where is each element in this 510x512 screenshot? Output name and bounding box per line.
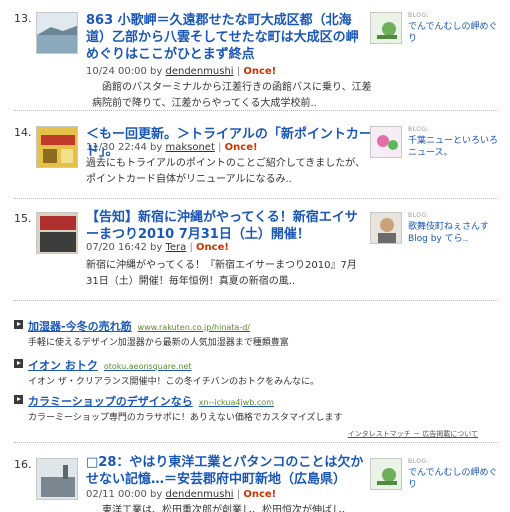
entry-date: 07/20 (86, 242, 115, 253)
entry-number: 16. (14, 458, 32, 471)
ad-description: カラーミーショップ専門のカラサポに！ありえない価格でカスタマイズします (28, 413, 343, 423)
snail-icon (371, 13, 401, 43)
entry-15: 15. 【告知】新宿に沖縄がやってくる！新宿エイサーまつり2010 7月31日（… (0, 210, 510, 296)
ad-url[interactable]: otoku.aeonsquare.net (104, 362, 192, 371)
blog-label: BLOG: (408, 212, 430, 219)
entry-excerpt: 東洋工業は、松田重次郎が創業し、松田恒次が伸ばし、 (92, 505, 352, 512)
arrow-right-icon (14, 320, 23, 329)
by-label: by (150, 142, 163, 153)
entry-time: 16:42 (118, 242, 147, 253)
entry-title-link[interactable]: 863 小歌岬＝久遠郡せたな町大成区都（北海道）乙部から八雲そしてせたな町は大成… (86, 12, 368, 63)
entry-time: 22:44 (118, 142, 147, 153)
blog-thumbnail[interactable] (370, 126, 402, 158)
entry-number: 15. (14, 212, 32, 225)
entry-excerpt: 過去にもトライアルのポイントのことご紹介してきましたが、 ポイントカード自体がリ… (86, 158, 366, 185)
entry-title-link[interactable]: □28：やはり東洋工業とパタンコのことは欠かせない記憶…＝安芸郡府中町新地（広島… (86, 454, 368, 488)
by-label: by (150, 242, 163, 253)
entry-date: 11/30 (86, 142, 115, 153)
snail-icon (371, 459, 401, 489)
shop-photo-icon (37, 127, 77, 167)
ad-title-link[interactable]: カラミーショップのデザインなら xn--ickua4jwb.com (28, 393, 274, 409)
entry-meta: 11/30 22:44 by maksonet | Once! (86, 142, 258, 153)
entry-thumbnail[interactable] (36, 212, 78, 254)
author-link[interactable]: maksonet (165, 142, 214, 153)
entry-number: 13. (14, 12, 32, 25)
divider (14, 300, 498, 301)
entry-title-link[interactable]: 【告知】新宿に沖縄がやってくる！新宿エイサーまつり2010 7月31日（土）開催… (86, 209, 368, 243)
blog-label: BLOG: (408, 12, 430, 19)
ad-description: イオン ザ・クリアランス開催中！この冬イチバンのおトクをみんなに。 (28, 377, 320, 387)
ad-description: 手軽に使えるデザイン加湿器から最新の人気加湿器まで種類豊富 (28, 338, 289, 348)
avatar (371, 213, 401, 243)
entry-number: 14. (14, 126, 32, 139)
entry-thumbnail[interactable] (36, 126, 78, 168)
ad-item: 加湿器-今冬の売れ筋 www.rakuten.co.jp/hinata-d/ 手軽… (14, 318, 494, 348)
entry-thumbnail[interactable] (36, 458, 78, 500)
by-label: by (150, 66, 163, 77)
entry-excerpt: 新宿に沖縄がやってくる！『新宿エイサーまつり2010』7月31日（土）開催！毎年… (86, 260, 357, 287)
blog-thumbnail[interactable] (370, 458, 402, 490)
divider (14, 442, 498, 443)
blog-thumbnail[interactable] (370, 12, 402, 44)
author-link[interactable]: dendenmushi (165, 66, 233, 77)
arrow-right-icon (14, 359, 23, 368)
ad-url[interactable]: xn--ickua4jwb.com (199, 398, 274, 407)
entry-meta: 07/20 16:42 by Tera | Once! (86, 242, 229, 253)
entry-excerpt: 函館のバスターミナルから江差行きの函館バスに乗り、江差病院前で降りて、江差からや… (92, 82, 372, 109)
entry-16: 16. □28：やはり東洋工業とパタンコのことは欠かせない記憶…＝安芸郡府中町新… (0, 454, 510, 512)
entry-time: 00:00 (118, 66, 147, 77)
entry-date: 02/11 (86, 489, 115, 500)
divider (14, 198, 498, 199)
blog-name-link[interactable]: 歌舞伎町ねぇさんすBlog by てら.. (408, 221, 506, 245)
once-button[interactable]: Once! (243, 66, 276, 77)
ad-url[interactable]: www.rakuten.co.jp/hinata-d/ (138, 323, 250, 332)
once-button[interactable]: Once! (243, 489, 276, 500)
factory-photo-icon (37, 459, 77, 499)
once-button[interactable]: Once! (196, 242, 229, 253)
sea-photo-icon (37, 13, 77, 53)
ad-item: イオン おトク otoku.aeonsquare.net イオン ザ・クリアランス… (14, 357, 494, 387)
blog-thumbnail[interactable] (370, 212, 402, 244)
entry-time: 00:00 (118, 489, 147, 500)
entry-13: 13. 863 小歌岬＝久遠郡せたな町大成区都（北海道）乙部から八雲そしてせたな… (0, 10, 510, 110)
by-label: by (150, 489, 163, 500)
entry-date: 10/24 (86, 66, 115, 77)
ad-item: カラミーショップのデザインなら xn--ickua4jwb.com カラーミーショ… (14, 393, 494, 423)
ad-title-link[interactable]: 加湿器-今冬の売れ筋 www.rakuten.co.jp/hinata-d/ (28, 318, 250, 334)
entry-meta: 10/24 00:00 by dendenmushi | Once! (86, 66, 277, 77)
blog-label: BLOG: (408, 458, 430, 465)
author-link[interactable]: Tera (165, 242, 186, 253)
blog-label: BLOG: (408, 126, 430, 133)
once-button[interactable]: Once! (225, 142, 258, 153)
blog-name-link[interactable]: 千葉ニューといろいろニュース。 (408, 135, 506, 159)
entry-14: 14. ＜もー回更新。＞トライアルの「新ポイントカード」。 11/30 22:4… (0, 124, 510, 204)
entry-meta: 02/11 00:00 by dendenmushi | Once! (86, 489, 277, 500)
arrow-right-icon (14, 395, 23, 404)
ad-title-link[interactable]: イオン おトク otoku.aeonsquare.net (28, 357, 191, 373)
ad-footer-link[interactable]: インタレストマッチ － 広告掲載について (348, 429, 478, 439)
blog-name-link[interactable]: でんでんむしの岬めぐり (408, 21, 506, 45)
blog-name-link[interactable]: でんでんむしの岬めぐり (408, 467, 506, 491)
poster-icon (37, 213, 77, 253)
divider (14, 110, 498, 111)
author-link[interactable]: dendenmushi (165, 489, 233, 500)
flower-icon (371, 127, 401, 157)
entry-thumbnail[interactable] (36, 12, 78, 54)
